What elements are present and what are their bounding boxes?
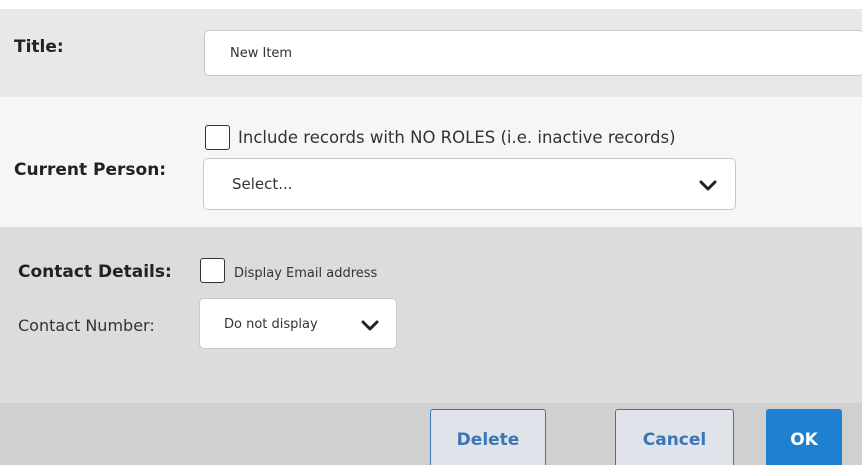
contact-number-select-value: Do not display <box>224 317 318 332</box>
chevron-down-icon <box>361 320 379 331</box>
delete-button[interactable]: Delete <box>430 409 546 465</box>
current-person-select-value: Select... <box>232 175 293 193</box>
current-person-label: Current Person: <box>14 160 167 180</box>
item-dialog: Title: Current Person: Include records w… <box>0 0 862 465</box>
contact-details-row <box>0 227 862 403</box>
title-label: Title: <box>14 37 64 57</box>
cancel-button[interactable]: Cancel <box>615 409 734 465</box>
chevron-down-icon <box>699 180 717 191</box>
current-person-select[interactable]: Select... <box>203 158 736 210</box>
contact-number-label: Contact Number: <box>18 316 155 335</box>
contact-number-select[interactable]: Do not display <box>199 298 397 349</box>
display-email-checkbox[interactable] <box>200 258 225 283</box>
contact-details-label: Contact Details: <box>18 262 172 282</box>
include-inactive-label: Include records with NO ROLES (i.e. inac… <box>238 128 676 147</box>
ok-button[interactable]: OK <box>766 409 842 465</box>
display-email-label: Display Email address <box>234 266 378 281</box>
title-input[interactable] <box>204 30 862 76</box>
include-inactive-checkbox[interactable] <box>205 125 230 150</box>
